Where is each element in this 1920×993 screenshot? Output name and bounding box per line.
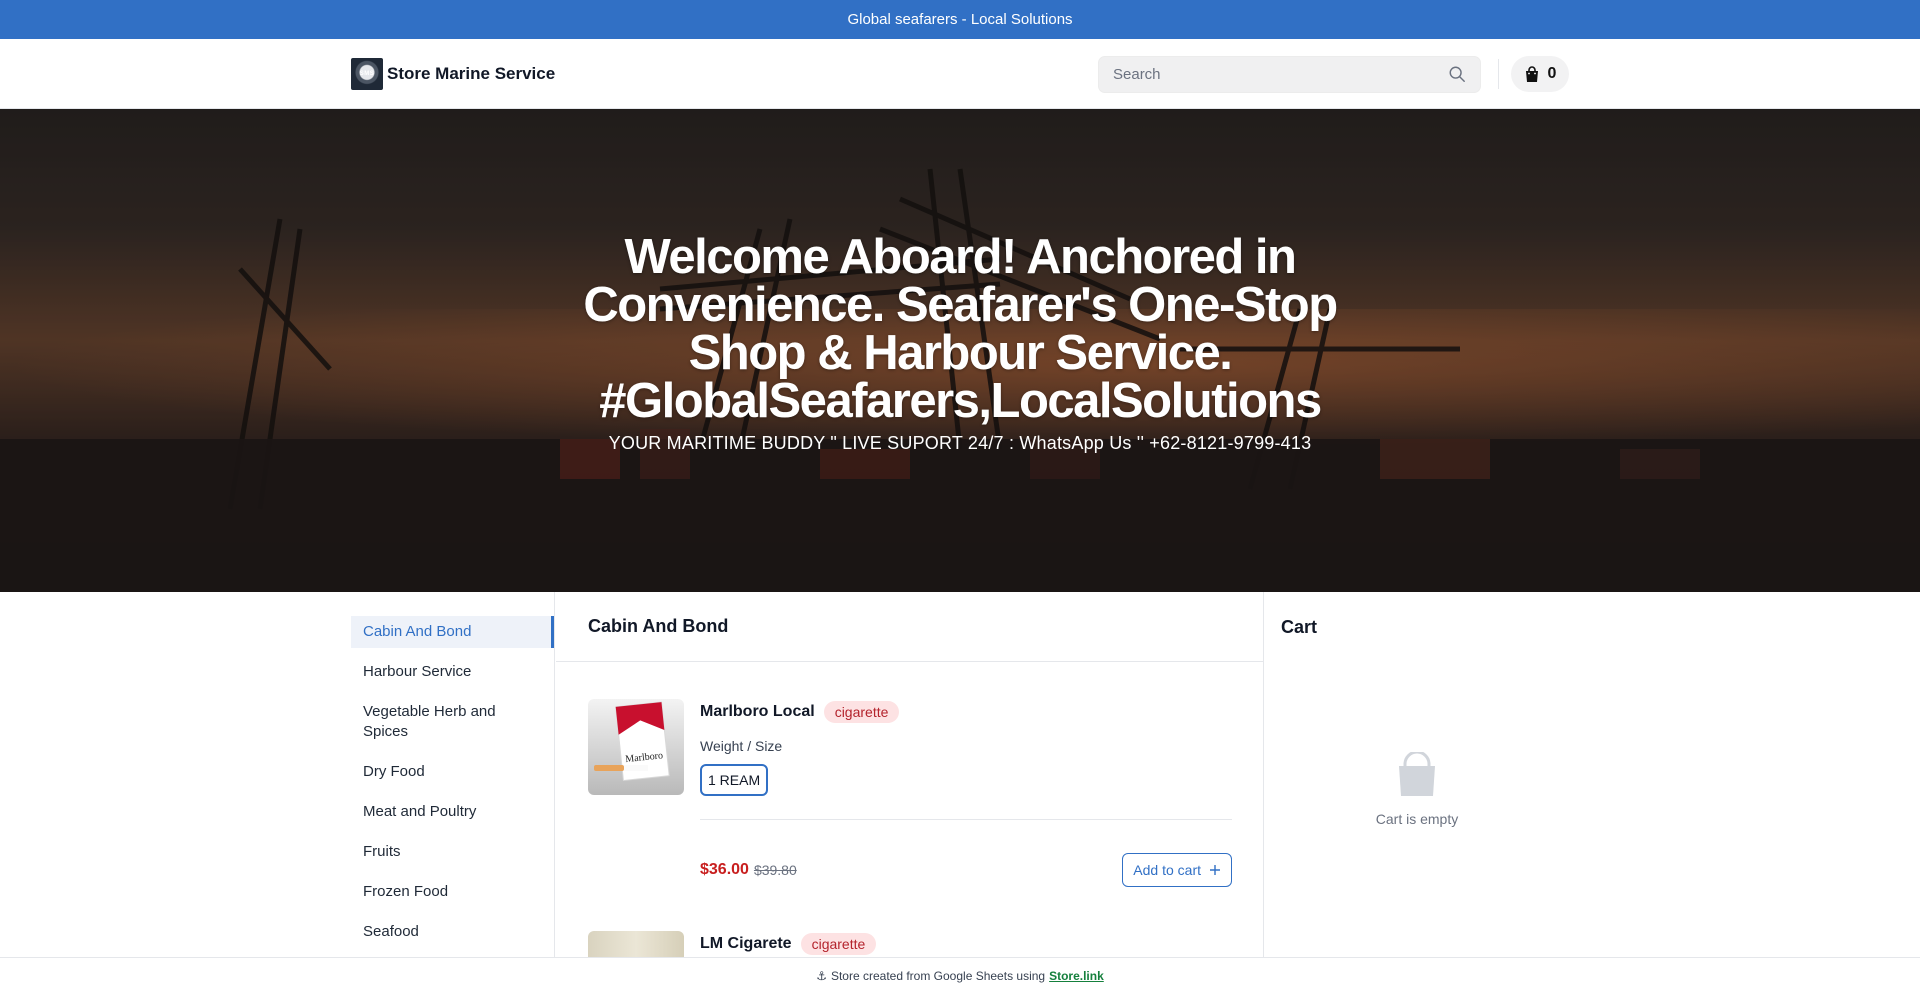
- category-dry-food[interactable]: Dry Food: [351, 756, 554, 788]
- announcement-text: Global seafarers - Local Solutions: [847, 11, 1073, 28]
- category-vegetable-herb-spices[interactable]: Vegetable Herb and Spices: [351, 696, 554, 748]
- category-title: Cabin And Bond: [556, 592, 1263, 662]
- product-image[interactable]: Marlboro: [588, 699, 684, 795]
- store-name[interactable]: Store Marine Service: [387, 64, 555, 84]
- size-option-button[interactable]: 1 REAM: [700, 764, 769, 796]
- hero-banner: Welcome Aboard! Anchored in Convenience.…: [0, 109, 1920, 592]
- site-header: SMS Store Marine Service 0: [0, 39, 1920, 109]
- product-image[interactable]: [588, 931, 684, 957]
- category-harbour-service[interactable]: Harbour Service: [351, 656, 554, 688]
- announcement-bar: Global seafarers - Local Solutions: [0, 0, 1920, 39]
- plus-icon: [1210, 865, 1220, 875]
- cart-title: Cart: [1281, 616, 1318, 637]
- empty-bag-icon: [1399, 750, 1435, 796]
- option-label: Weight / Size: [700, 738, 783, 754]
- hero-subtitle: YOUR MARITIME BUDDY " LIVE SUPORT 24/7 :…: [608, 433, 1312, 453]
- site-footer: ⚓ Store created from Google Sheets using…: [0, 957, 1920, 993]
- product-tag: cigarette: [823, 701, 900, 723]
- category-seafood[interactable]: Seafood: [351, 916, 554, 948]
- add-to-cart-button[interactable]: Add to cart: [1122, 853, 1232, 887]
- product-divider: [700, 819, 1232, 820]
- product-list: Cabin And Bond Marlboro Marlboro Local c…: [556, 592, 1264, 957]
- category-sidebar: Cabin And Bond Harbour Service Vegetable…: [351, 592, 555, 957]
- product-name[interactable]: LM Cigarete: [700, 935, 792, 953]
- cart-count: 0: [1547, 65, 1557, 82]
- product-tag: cigarette: [800, 933, 877, 955]
- store-logo[interactable]: SMS: [351, 58, 383, 90]
- search-icon[interactable]: [1448, 65, 1466, 83]
- product-name[interactable]: Marlboro Local: [700, 703, 815, 721]
- search-box[interactable]: [1098, 55, 1481, 93]
- footer-text: Store created from Google Sheets using: [830, 968, 1046, 983]
- header-divider: [1498, 59, 1499, 89]
- hero-title: Welcome Aboard! Anchored in Convenience.…: [583, 230, 1338, 428]
- cart-button[interactable]: 0: [1511, 56, 1569, 92]
- store-main: Cabin And Bond Harbour Service Vegetable…: [351, 592, 1569, 957]
- product-old-price: $39.80: [753, 862, 797, 878]
- category-meat-poultry[interactable]: Meat and Poultry: [351, 796, 554, 828]
- anchor-icon: ⚓: [816, 968, 827, 983]
- add-to-cart-label: Add to cart: [1133, 862, 1201, 878]
- category-frozen-food[interactable]: Frozen Food: [351, 876, 554, 908]
- cart-panel: Cart Cart is empty: [1265, 592, 1569, 957]
- category-cabin-and-bond[interactable]: Cabin And Bond: [351, 616, 554, 648]
- category-fruits[interactable]: Fruits: [351, 836, 554, 868]
- cart-empty-text: Cart is empty: [1375, 811, 1459, 827]
- store-link[interactable]: Store.link: [1049, 969, 1104, 983]
- shopping-bag-icon: [1525, 65, 1538, 82]
- search-input[interactable]: [1113, 65, 1448, 83]
- product-price: $36.00: [700, 861, 749, 878]
- logo-text: SMS: [359, 71, 375, 77]
- cart-empty-state: Cart is empty: [1265, 750, 1569, 827]
